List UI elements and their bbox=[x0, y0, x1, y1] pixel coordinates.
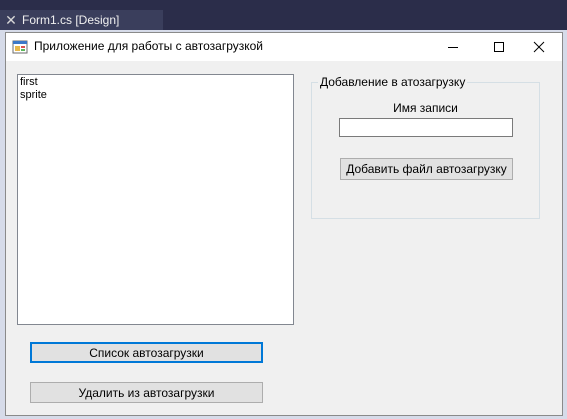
list-item[interactable]: first bbox=[20, 76, 291, 89]
designer-tab-label: Form1.cs [Design] bbox=[22, 13, 120, 27]
entry-name-input[interactable] bbox=[339, 118, 513, 137]
startup-list-button[interactable]: Список автозагрузки bbox=[30, 342, 263, 363]
close-button[interactable] bbox=[516, 33, 562, 61]
window-title: Приложение для работы с автозагрузкой bbox=[34, 39, 264, 53]
ide-tab-strip: ✕ Form1.cs [Design] bbox=[0, 0, 567, 30]
startup-listbox[interactable]: first sprite bbox=[17, 74, 294, 325]
entry-name-label: Имя записи bbox=[393, 101, 458, 115]
close-icon bbox=[533, 41, 545, 53]
maximize-icon bbox=[494, 42, 504, 52]
list-item[interactable]: sprite bbox=[20, 89, 291, 102]
form-window: Приложение для работы с автозагрузкой fi… bbox=[5, 32, 563, 416]
title-bar[interactable]: Приложение для работы с автозагрузкой bbox=[6, 33, 562, 61]
minimize-button[interactable] bbox=[430, 33, 476, 61]
add-startup-file-button[interactable]: Добавить файл автозагрузку bbox=[340, 158, 513, 180]
designer-tab[interactable]: ✕ Form1.cs [Design] bbox=[0, 10, 163, 30]
group-legend: Добавление в атозагрузку bbox=[318, 75, 468, 89]
close-tab-icon[interactable]: ✕ bbox=[0, 12, 22, 29]
add-to-startup-group: Добавление в атозагрузку Имя записи Доба… bbox=[311, 75, 540, 219]
windows-form-icon bbox=[12, 40, 28, 54]
remove-from-startup-button[interactable]: Удалить из автозагрузки bbox=[30, 382, 263, 403]
minimize-icon bbox=[448, 47, 458, 48]
